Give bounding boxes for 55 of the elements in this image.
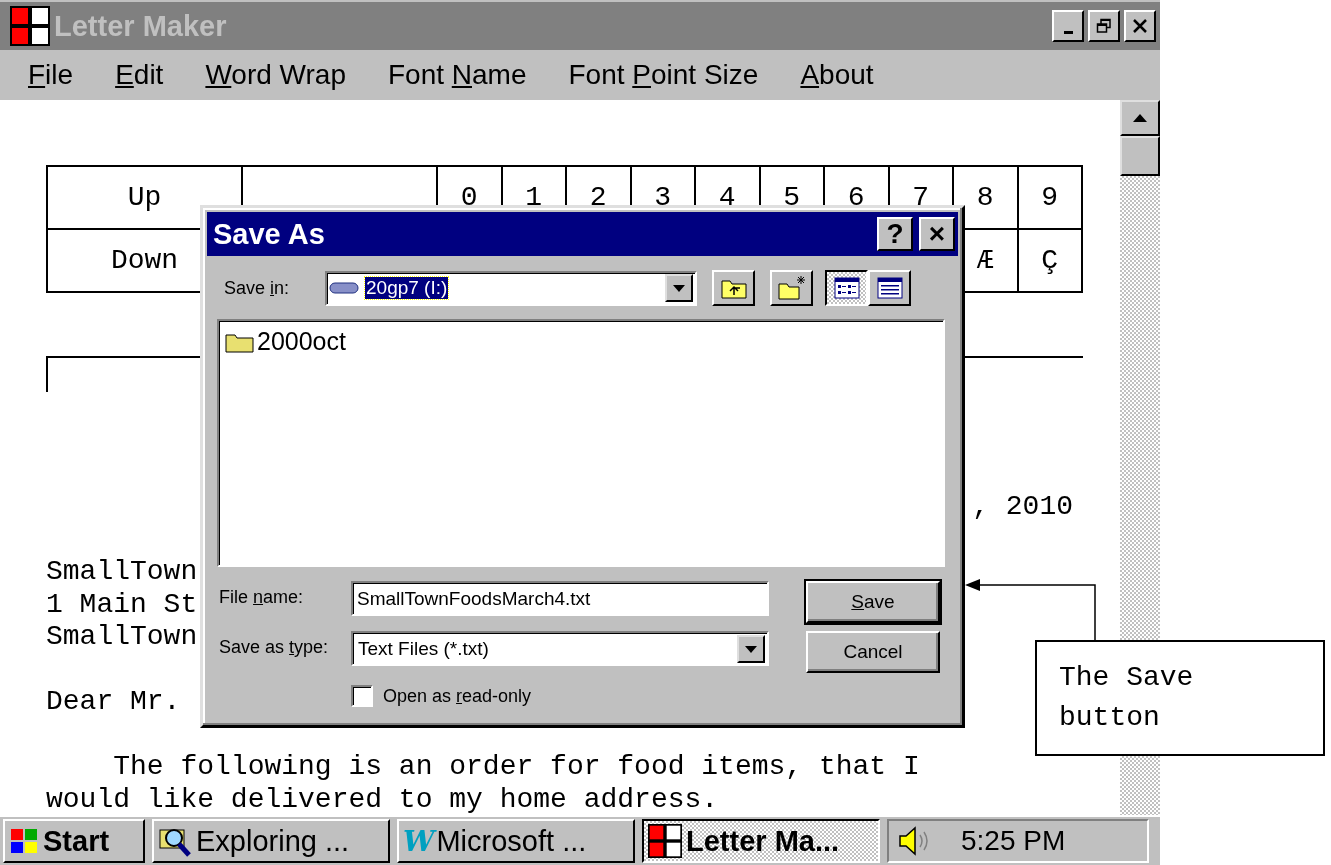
cancel-button[interactable]: Cancel xyxy=(806,631,940,673)
taskbar-button[interactable]: Letter Ma... xyxy=(642,819,880,863)
address-line: SmallTown xyxy=(46,556,198,589)
scroll-up-button[interactable] xyxy=(1120,100,1160,136)
speaker-icon[interactable] xyxy=(897,826,931,856)
letter-date: , 2010 xyxy=(972,491,1073,524)
body-line: The following is an order for food items, that I xyxy=(112,751,920,784)
read-only-label: Open as read-only xyxy=(383,685,532,707)
save-button[interactable]: Save xyxy=(806,581,940,623)
file-name-label: File name: xyxy=(219,586,305,608)
caret-icon xyxy=(671,283,687,293)
new-folder-button[interactable] xyxy=(770,270,813,306)
restore-icon xyxy=(1096,18,1112,34)
menu-item[interactable]: Edit xyxy=(115,59,164,91)
dropdown-arrow-button[interactable] xyxy=(665,274,693,302)
menu-item[interactable]: File xyxy=(28,59,74,91)
clock: 5:25 PM xyxy=(961,825,1066,857)
drive-icon xyxy=(329,280,359,296)
save-as-type-label: Save as type: xyxy=(219,636,330,658)
save-in-dropdown[interactable]: 20gp7 (I:) xyxy=(325,270,697,306)
salutation: Dear Mr. xyxy=(46,686,181,719)
address-line: 1 Main St xyxy=(46,588,198,621)
view-button[interactable] xyxy=(825,270,868,306)
new-folder-icon xyxy=(776,275,807,301)
callout-text: The Save button xyxy=(1059,661,1195,735)
window-title: Letter Maker xyxy=(54,9,228,43)
minimize-icon xyxy=(1063,30,1073,34)
dropdown-arrow-button[interactable] xyxy=(737,634,765,663)
taskbar-button[interactable]: Exploring ... xyxy=(152,819,390,863)
file-name-field[interactable]: SmallTownFoodsMarch4.txt xyxy=(351,581,769,616)
close-icon xyxy=(1132,18,1148,34)
scroll-thumb[interactable] xyxy=(1120,136,1160,176)
windows-logo-icon xyxy=(9,827,39,855)
menu-item[interactable]: About xyxy=(800,59,874,91)
body-line: would like delivered to my home address. xyxy=(46,783,719,815)
up-arrow-icon xyxy=(1132,113,1148,123)
app-icon xyxy=(10,6,50,46)
help-button[interactable]: ? xyxy=(877,217,913,251)
details-view-icon xyxy=(876,277,903,299)
app-icon xyxy=(648,824,682,858)
close-button[interactable]: × xyxy=(919,217,955,251)
read-only-checkbox[interactable] xyxy=(351,685,373,707)
list-view-icon xyxy=(833,277,860,299)
key-cell[interactable]: 9 xyxy=(1017,166,1082,229)
taskbar-button[interactable]: WMicrosoft ... xyxy=(397,819,635,863)
folder-item[interactable]: 2000oct xyxy=(225,327,346,356)
start-button[interactable]: Start xyxy=(3,819,145,863)
up-folder-button[interactable] xyxy=(712,270,755,306)
address-line: SmallTown xyxy=(46,621,198,654)
save-as-type-dropdown[interactable]: Text Files (*.txt) xyxy=(351,631,769,666)
caret-icon xyxy=(743,643,759,654)
menu-item[interactable]: Word Wrap xyxy=(205,59,346,91)
menu-item[interactable]: Font Point Size xyxy=(568,59,759,91)
menu-item[interactable]: Font Name xyxy=(387,59,527,91)
key-cell[interactable]: Ç xyxy=(1017,229,1082,292)
